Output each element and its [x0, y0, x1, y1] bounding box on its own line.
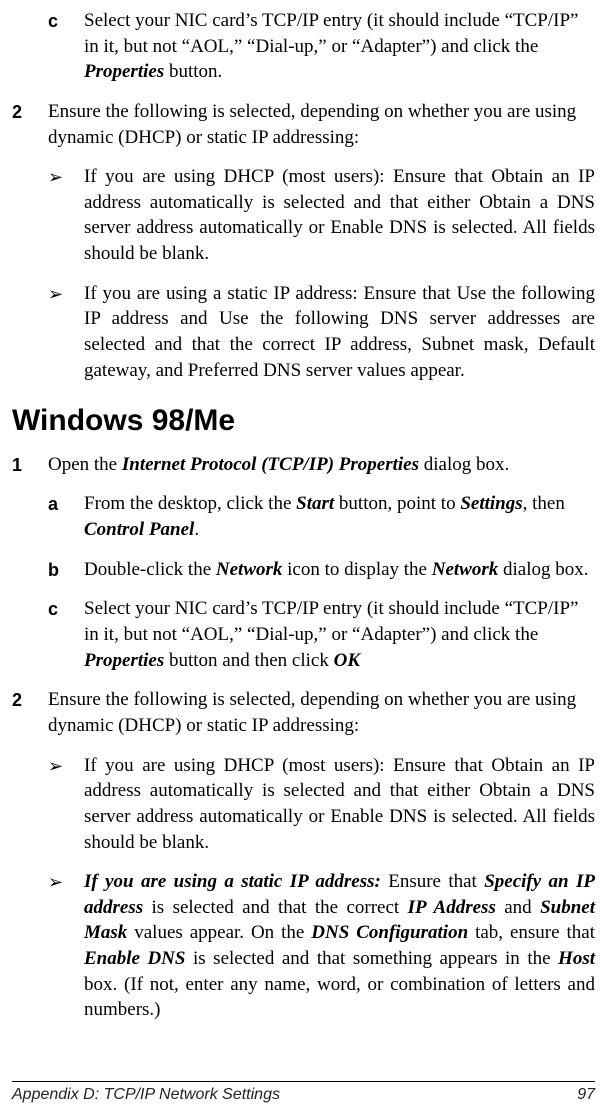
step-marker: 2 — [12, 99, 48, 150]
substep-marker: a — [48, 491, 84, 542]
footer-left: Appendix D: TCP/IP Network Settings — [12, 1084, 280, 1106]
substep-body: Double-click the Network icon to display… — [84, 557, 595, 583]
footer-page-number: 97 — [577, 1084, 595, 1106]
substep-body: Select your NIC card’s TCP/IP entry (it … — [84, 596, 595, 673]
win-bullet-static: ➢ If you are using a static IP address: … — [48, 869, 595, 1023]
bullet-dhcp-top: ➢ If you are using DHCP (most users): En… — [48, 164, 595, 267]
win-bullet-dhcp: ➢ If you are using DHCP (most users): En… — [48, 753, 595, 856]
win-substep-c: c Select your NIC card’s TCP/IP entry (i… — [48, 596, 595, 673]
step-marker: 2 — [12, 687, 48, 738]
bullet-text: If you are using DHCP (most users): Ensu… — [84, 164, 595, 267]
bullet-static-top: ➢ If you are using a static IP address: … — [48, 281, 595, 384]
substep-marker: c — [48, 8, 84, 85]
bullet-icon: ➢ — [48, 753, 84, 856]
substep-body: From the desktop, click the Start button… — [84, 491, 595, 542]
step-body: Open the Internet Protocol (TCP/IP) Prop… — [48, 452, 595, 478]
page-footer: Appendix D: TCP/IP Network Settings 97 — [12, 1081, 595, 1106]
bullet-icon: ➢ — [48, 869, 84, 1023]
bullet-text: If you are using a static IP address: En… — [84, 869, 595, 1023]
bullet-text: If you are using a static IP address: En… — [84, 281, 595, 384]
substep-c-top: c Select your NIC card’s TCP/IP entry (i… — [48, 8, 595, 85]
bullet-text: If you are using DHCP (most users): Ensu… — [84, 753, 595, 856]
step-2-top: 2 Ensure the following is selected, depe… — [12, 99, 595, 150]
heading-windows-98-me: Windows 98/Me — [12, 401, 595, 442]
step-marker: 1 — [12, 452, 48, 478]
bullet-icon: ➢ — [48, 281, 84, 384]
page-content: c Select your NIC card’s TCP/IP entry (i… — [12, 8, 595, 1023]
substep-marker: b — [48, 557, 84, 583]
win-substep-b: b Double-click the Network icon to displ… — [48, 557, 595, 583]
win-step-1: 1 Open the Internet Protocol (TCP/IP) Pr… — [12, 452, 595, 478]
bullet-icon: ➢ — [48, 164, 84, 267]
win-step-2: 2 Ensure the following is selected, depe… — [12, 687, 595, 738]
win-substep-a: a From the desktop, click the Start butt… — [48, 491, 595, 542]
substep-marker: c — [48, 596, 84, 673]
substep-body: Select your NIC card’s TCP/IP entry (it … — [84, 8, 595, 85]
step-body: Ensure the following is selected, depend… — [48, 99, 595, 150]
step-body: Ensure the following is selected, depend… — [48, 687, 595, 738]
